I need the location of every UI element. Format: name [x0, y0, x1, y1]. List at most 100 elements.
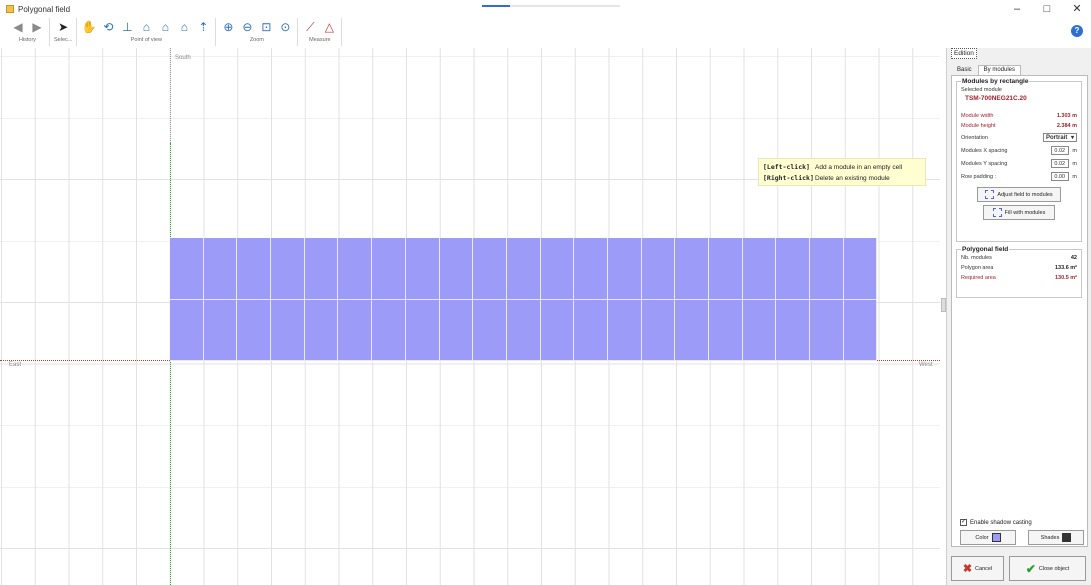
close-object-button[interactable]: ✔ Close object	[1009, 556, 1086, 581]
pv-module[interactable]	[271, 299, 305, 361]
pv-module[interactable]	[237, 238, 272, 300]
tab-basic[interactable]: Basic	[951, 65, 978, 75]
pv-module[interactable]	[540, 299, 575, 361]
fill-modules-button[interactable]: Fill with modules	[983, 205, 1055, 220]
toolbar-group-measure: ⟋ △ Measure	[298, 18, 343, 46]
zoom-fit-icon[interactable]: ⊙	[277, 19, 293, 35]
pv-module[interactable]	[473, 299, 507, 361]
pv-module[interactable]	[304, 299, 339, 361]
view-top-icon[interactable]: ⌂	[176, 19, 192, 35]
close-button[interactable]: ✕	[1071, 0, 1083, 18]
pv-module[interactable]	[776, 238, 811, 300]
module-width-label: Module width	[961, 113, 994, 119]
module-height-label: Module height	[961, 123, 996, 129]
pv-module[interactable]	[742, 299, 777, 361]
hand-icon[interactable]: ✋	[81, 19, 97, 35]
shades-swatch	[1062, 533, 1072, 542]
polygonal-field-title: Polygonal field	[962, 246, 1009, 253]
zoom-in-icon[interactable]: ⊕	[220, 19, 236, 35]
pv-module[interactable]	[203, 238, 238, 300]
shades-button[interactable]: Shades	[1028, 530, 1084, 545]
zoom-rect-icon[interactable]: ⊡	[258, 19, 274, 35]
pv-module[interactable]	[574, 238, 608, 300]
pv-module[interactable]	[506, 299, 541, 361]
pv-module[interactable]	[709, 238, 743, 300]
pv-module[interactable]	[338, 238, 373, 300]
rotate-3d-icon[interactable]: ⟲	[100, 19, 116, 35]
nb-modules-row: Nb. modules 42	[961, 253, 1077, 263]
pv-module[interactable]	[709, 299, 743, 361]
pv-module[interactable]	[843, 299, 878, 361]
pv-module[interactable]	[439, 299, 474, 361]
pv-module[interactable]	[607, 299, 642, 361]
pv-module[interactable]	[843, 238, 878, 300]
pv-module[interactable]	[271, 238, 305, 300]
pv-module[interactable]	[641, 238, 676, 300]
measure-angle-icon[interactable]: △	[321, 19, 337, 35]
measure-line-icon[interactable]: ⟋	[302, 19, 318, 35]
pv-module[interactable]	[405, 238, 440, 300]
pv-module[interactable]	[237, 299, 272, 361]
color-button[interactable]: Color	[960, 530, 1016, 545]
pv-module[interactable]	[439, 238, 474, 300]
enable-shadow-checkbox[interactable]: ✓	[960, 519, 967, 526]
minimize-button[interactable]: –	[1011, 0, 1023, 18]
arrow-right-icon[interactable]: ▶	[29, 19, 45, 35]
color-label: Color	[975, 534, 989, 541]
pv-module[interactable]	[810, 238, 844, 300]
pv-module[interactable]	[776, 299, 811, 361]
y-spacing-row: Modules Y spacing 0.02 m	[961, 157, 1077, 170]
panel-tabs: Basic By modules	[951, 65, 1022, 75]
pv-module[interactable]	[372, 238, 406, 300]
pv-module[interactable]	[506, 238, 541, 300]
pv-module[interactable]	[810, 299, 844, 361]
pv-module[interactable]	[574, 299, 608, 361]
shadow-checkbox-row[interactable]: ✓ Enable shadow casting	[960, 519, 1032, 526]
modules-by-rectangle-title: Modules by rectangle	[962, 78, 1029, 85]
pv-module[interactable]	[405, 299, 440, 361]
toolbar-group-point-of-view: ✋ ⟲ ⊥ ⌂ ⌂ ⌂ ⇡ Point of view	[77, 18, 217, 46]
y-spacing-input[interactable]: 0.02	[1051, 159, 1070, 168]
orientation-select[interactable]: Portrait ▾	[1043, 133, 1077, 142]
cursor-icon[interactable]: ➤	[55, 19, 71, 35]
selected-module-name[interactable]: TSM-700NEG21C.20	[961, 95, 1077, 105]
help-icon[interactable]: ?	[1071, 25, 1083, 37]
tab-by-modules[interactable]: By modules	[977, 65, 1022, 75]
pv-module[interactable]	[607, 238, 642, 300]
cancel-icon: ✖	[962, 563, 973, 575]
cancel-label: Cancel	[975, 565, 993, 572]
pv-module[interactable]	[170, 238, 204, 300]
drawing-canvas[interactable]: South East West [Left-click] Add a module…	[0, 48, 940, 585]
toolbar-group-history: ◀ ▶ History	[6, 18, 50, 46]
adjust-field-button[interactable]: Adjust field to modules	[977, 187, 1061, 202]
x-spacing-input[interactable]: 0.02	[1051, 146, 1070, 155]
view-front-icon[interactable]: ⌂	[138, 19, 154, 35]
arrow-left-icon[interactable]: ◀	[10, 19, 26, 35]
app-icon	[6, 5, 14, 13]
row-padding-input[interactable]: 0.00	[1051, 172, 1070, 181]
view-side-icon[interactable]: ⌂	[157, 19, 173, 35]
tab-content: Modules by rectangle Selected module TSM…	[951, 75, 1088, 547]
pv-module[interactable]	[170, 299, 204, 361]
view-axes-icon[interactable]: ⊥	[119, 19, 135, 35]
pv-module[interactable]	[675, 238, 709, 300]
tooltip-right-text: Delete an existing module	[815, 175, 890, 182]
zoom-out-icon[interactable]: ⊖	[239, 19, 255, 35]
view-up-icon[interactable]: ⇡	[195, 19, 211, 35]
module-height-row: Module height 2.384 m	[961, 121, 1077, 131]
cancel-button[interactable]: ✖ Cancel	[951, 556, 1004, 581]
pv-module[interactable]	[304, 238, 339, 300]
pv-module[interactable]	[203, 299, 238, 361]
row-padding-unit: m	[1072, 173, 1077, 180]
pv-module[interactable]	[742, 238, 777, 300]
pv-module[interactable]	[675, 299, 709, 361]
selected-module-row: Selected module	[961, 85, 1077, 95]
pv-module[interactable]	[372, 299, 406, 361]
maximize-button[interactable]: □	[1041, 0, 1053, 18]
pv-module[interactable]	[540, 238, 575, 300]
pv-module[interactable]	[338, 299, 373, 361]
module-grid	[170, 238, 878, 361]
y-spacing-label: Modules Y spacing	[961, 160, 1008, 167]
pv-module[interactable]	[641, 299, 676, 361]
pv-module[interactable]	[473, 238, 507, 300]
